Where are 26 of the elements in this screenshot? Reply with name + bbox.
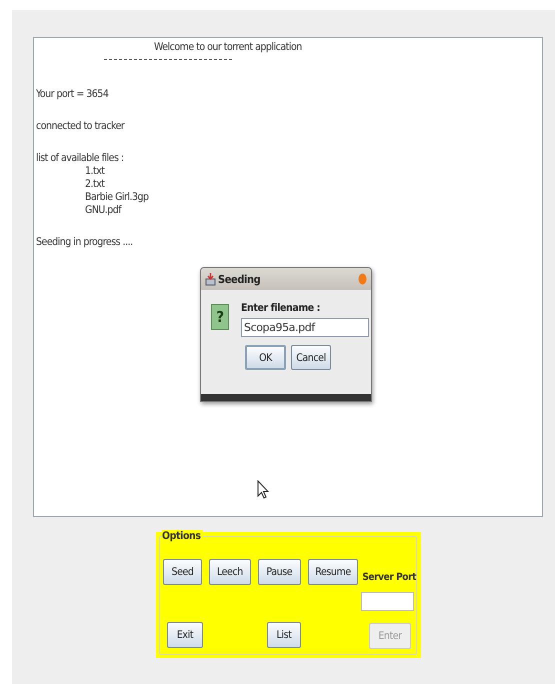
close-icon[interactable] xyxy=(358,273,367,285)
dialog-title: Seeding xyxy=(218,272,262,286)
welcome-heading: Welcome to our torrent application xyxy=(154,41,302,53)
question-icon: ? xyxy=(211,304,229,330)
file-name: GNU.pdf xyxy=(85,204,122,217)
leech-button[interactable]: Leech xyxy=(208,559,251,585)
dialog-button[interactable]: Cancel xyxy=(291,345,331,370)
log-line: list of available files : xyxy=(36,152,124,165)
server-port-field[interactable] xyxy=(361,592,414,611)
file-name: 2.txt xyxy=(85,178,104,191)
list-button[interactable]: List xyxy=(267,622,301,648)
log-line: Seeding in progress .... xyxy=(36,236,133,249)
app-icon xyxy=(205,272,216,286)
file-name: Barbie Girl.3gp xyxy=(85,191,149,204)
options-label: Options xyxy=(162,530,203,542)
log-line: connected to tracker xyxy=(36,120,124,133)
pause-button[interactable]: Pause xyxy=(258,559,301,585)
prompt-label: Enter filename : xyxy=(241,302,322,314)
exit-button[interactable]: Exit xyxy=(167,622,203,648)
file-name: 1.txt xyxy=(85,165,104,178)
filename-field[interactable]: Scopa95a.pdf xyxy=(241,318,369,337)
dialog-button[interactable]: OK xyxy=(245,345,286,370)
seed-button[interactable]: Seed xyxy=(163,559,202,585)
cursor-icon xyxy=(257,480,269,499)
resume-button[interactable]: Resume xyxy=(308,559,358,585)
log-line: Your port = 3654 xyxy=(36,88,108,101)
